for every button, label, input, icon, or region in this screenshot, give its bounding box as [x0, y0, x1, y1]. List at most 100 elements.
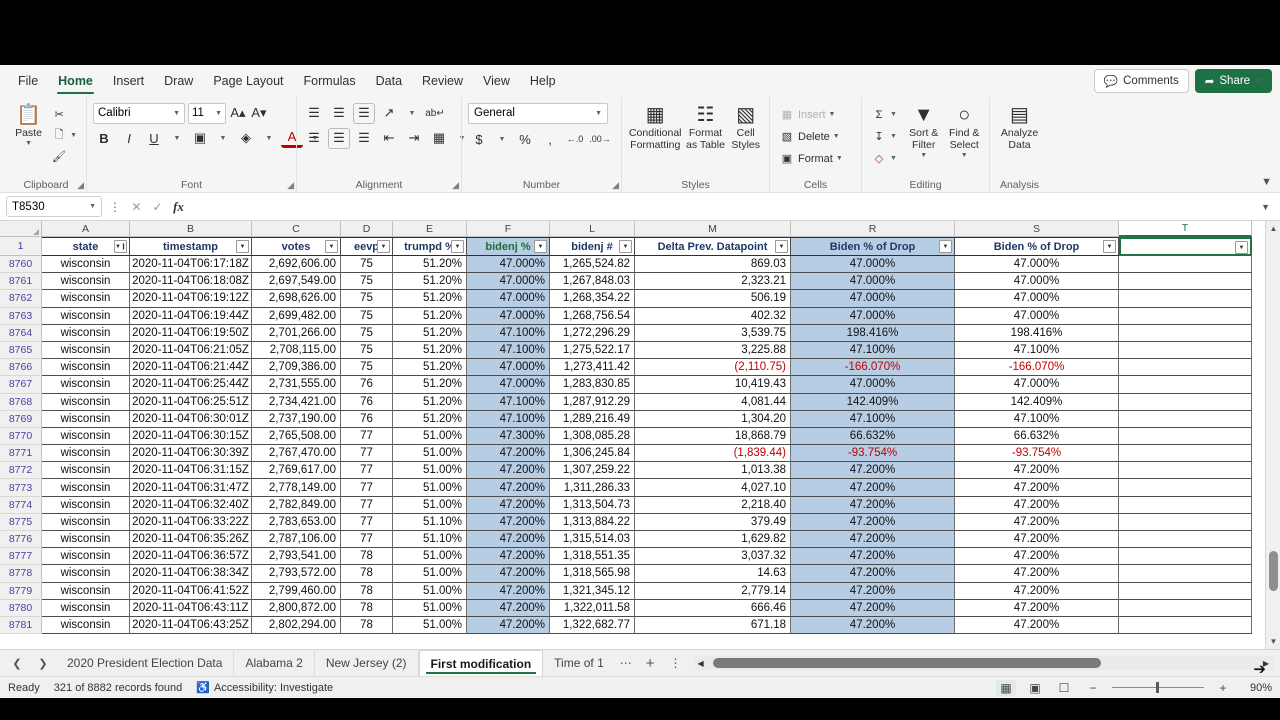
cell-L8773[interactable]: 1,311,286.33: [550, 479, 635, 497]
cell-A8768[interactable]: wisconsin: [42, 393, 130, 411]
analyze-data-button[interactable]: ▤ Analyze Data: [996, 102, 1043, 151]
cell-M8760[interactable]: 869.03: [635, 256, 791, 274]
cell-A8772[interactable]: wisconsin: [42, 462, 130, 480]
cell-C8771[interactable]: 2,767,470.00: [252, 445, 341, 463]
zoom-slider[interactable]: [1112, 681, 1204, 695]
cell-C8769[interactable]: 2,737,190.00: [252, 410, 341, 428]
cell-T8770[interactable]: [1119, 427, 1252, 446]
cell-S8768[interactable]: 142.409%: [955, 393, 1119, 411]
comments-button[interactable]: 💬 Comments: [1093, 69, 1189, 93]
cell-D8777[interactable]: 78: [341, 548, 393, 566]
zoom-in-button[interactable]: +: [1213, 680, 1233, 696]
cell-F8763[interactable]: 47.000%: [467, 307, 550, 325]
cell-T8767[interactable]: [1119, 376, 1252, 394]
filter-dropdown-icon[interactable]: ▼: [325, 240, 338, 253]
cell-E8775[interactable]: 51.10%: [393, 513, 467, 531]
cell-M8779[interactable]: 2,779.14: [635, 582, 791, 600]
cell-A8781[interactable]: wisconsin: [42, 616, 130, 635]
align-left-button[interactable]: ☰: [303, 128, 325, 149]
table-header-cell-M[interactable]: Delta Prev. Datapoint ▼: [635, 237, 791, 256]
cell-D8766[interactable]: 75: [341, 359, 393, 377]
cell-S8774[interactable]: 47.200%: [955, 496, 1119, 514]
next-sheet-button[interactable]: ❯: [30, 651, 56, 675]
cell-T8762[interactable]: [1119, 290, 1252, 308]
cell-B8766[interactable]: 2020-11-04T06:21:44Z: [130, 359, 252, 377]
table-header-cell-S[interactable]: Biden % of Drop ▼: [955, 237, 1119, 256]
filter-dropdown-icon[interactable]: ▼: [939, 240, 952, 253]
cell-S8781[interactable]: 47.200%: [955, 616, 1119, 635]
cell-M8777[interactable]: 3,037.32: [635, 548, 791, 566]
cell-C8763[interactable]: 2,699,482.00: [252, 307, 341, 325]
cell-B8769[interactable]: 2020-11-04T06:30:01Z: [130, 410, 252, 428]
cell-S8772[interactable]: 47.200%: [955, 462, 1119, 480]
underline-button[interactable]: U: [143, 128, 165, 149]
cell-B8760[interactable]: 2020-11-04T06:17:18Z: [130, 256, 252, 274]
cell-A8780[interactable]: wisconsin: [42, 599, 130, 617]
cell-C8766[interactable]: 2,709,386.00: [252, 359, 341, 377]
cell-R8763[interactable]: 47.000%: [791, 307, 955, 325]
cell-D8772[interactable]: 77: [341, 462, 393, 480]
zoom-slider-knob[interactable]: [1156, 682, 1159, 693]
horizontal-scrollbar[interactable]: ◀ ▶: [694, 656, 1274, 670]
cell-R8775[interactable]: 47.200%: [791, 513, 955, 531]
cell-B8774[interactable]: 2020-11-04T06:32:40Z: [130, 496, 252, 514]
cell-S8763[interactable]: 47.000%: [955, 307, 1119, 325]
cell-D8760[interactable]: 75: [341, 256, 393, 274]
menu-tab-view[interactable]: View: [473, 69, 520, 93]
cell-F8761[interactable]: 47.000%: [467, 273, 550, 291]
cell-R8780[interactable]: 47.200%: [791, 599, 955, 617]
column-header-M[interactable]: M: [635, 221, 791, 237]
cell-M8772[interactable]: 1,013.38: [635, 462, 791, 480]
cell-S8771[interactable]: -93.754%: [955, 445, 1119, 463]
row-header-8773[interactable]: 8773: [0, 479, 42, 497]
cell-D8764[interactable]: 75: [341, 324, 393, 342]
cell-E8766[interactable]: 51.20%: [393, 359, 467, 377]
cell-M8766[interactable]: (2,110.75): [635, 359, 791, 377]
cell-S8767[interactable]: 47.000%: [955, 376, 1119, 394]
cell-B8765[interactable]: 2020-11-04T06:21:05Z: [130, 341, 252, 360]
cell-D8771[interactable]: 77: [341, 445, 393, 463]
cell-T8765[interactable]: [1119, 341, 1252, 360]
row-header-8775[interactable]: 8775: [0, 513, 42, 531]
cell-E8760[interactable]: 51.20%: [393, 256, 467, 274]
cell-B8772[interactable]: 2020-11-04T06:31:15Z: [130, 462, 252, 480]
cell-M8769[interactable]: 1,304.20: [635, 410, 791, 428]
cell-R8765[interactable]: 47.100%: [791, 341, 955, 360]
filter-dropdown-icon[interactable]: ▼: [619, 240, 632, 253]
cell-A8761[interactable]: wisconsin: [42, 273, 130, 291]
menu-tab-review[interactable]: Review: [412, 69, 473, 93]
cell-B8770[interactable]: 2020-11-04T06:30:15Z: [130, 427, 252, 446]
cell-T8779[interactable]: [1119, 582, 1252, 600]
decrease-font-size-button[interactable]: A▾: [250, 103, 268, 124]
cell-F8765[interactable]: 47.100%: [467, 341, 550, 360]
format-as-table-button[interactable]: ☷ Format as Table: [686, 102, 726, 151]
cell-A8776[interactable]: wisconsin: [42, 531, 130, 549]
cell-R8779[interactable]: 47.200%: [791, 582, 955, 600]
align-top-button[interactable]: ☰: [303, 103, 325, 124]
decrease-indent-button[interactable]: ⇤: [378, 128, 400, 149]
cell-L8768[interactable]: 1,287,912.29: [550, 393, 635, 411]
cell-R8776[interactable]: 47.200%: [791, 531, 955, 549]
cell-B8776[interactable]: 2020-11-04T06:35:26Z: [130, 531, 252, 549]
cell-T8760[interactable]: [1119, 256, 1252, 274]
column-header-S[interactable]: S: [955, 221, 1119, 237]
cell-S8776[interactable]: 47.200%: [955, 531, 1119, 549]
column-header-D[interactable]: D: [341, 221, 393, 237]
cell-S8760[interactable]: 47.000%: [955, 256, 1119, 274]
paste-button[interactable]: 📋 Paste ▼: [12, 102, 45, 148]
sheet-tab-overflow-icon[interactable]: ⋯: [615, 656, 638, 670]
cell-B8762[interactable]: 2020-11-04T06:19:12Z: [130, 290, 252, 308]
table-header-cell-D[interactable]: eevp ▼: [341, 237, 393, 256]
row-header-8774[interactable]: 8774: [0, 496, 42, 514]
cell-D8770[interactable]: 77: [341, 427, 393, 446]
cell-C8773[interactable]: 2,778,149.00: [252, 479, 341, 497]
cell-R8762[interactable]: 47.000%: [791, 290, 955, 308]
cell-F8766[interactable]: 47.000%: [467, 359, 550, 377]
cell-D8765[interactable]: 75: [341, 341, 393, 360]
cell-E8776[interactable]: 51.10%: [393, 531, 467, 549]
cell-E8779[interactable]: 51.00%: [393, 582, 467, 600]
cell-S8766[interactable]: -166.070%: [955, 359, 1119, 377]
cell-M8770[interactable]: 18,868.79: [635, 427, 791, 446]
scroll-left-icon[interactable]: ◀: [695, 659, 707, 668]
cell-B8777[interactable]: 2020-11-04T06:36:57Z: [130, 548, 252, 566]
